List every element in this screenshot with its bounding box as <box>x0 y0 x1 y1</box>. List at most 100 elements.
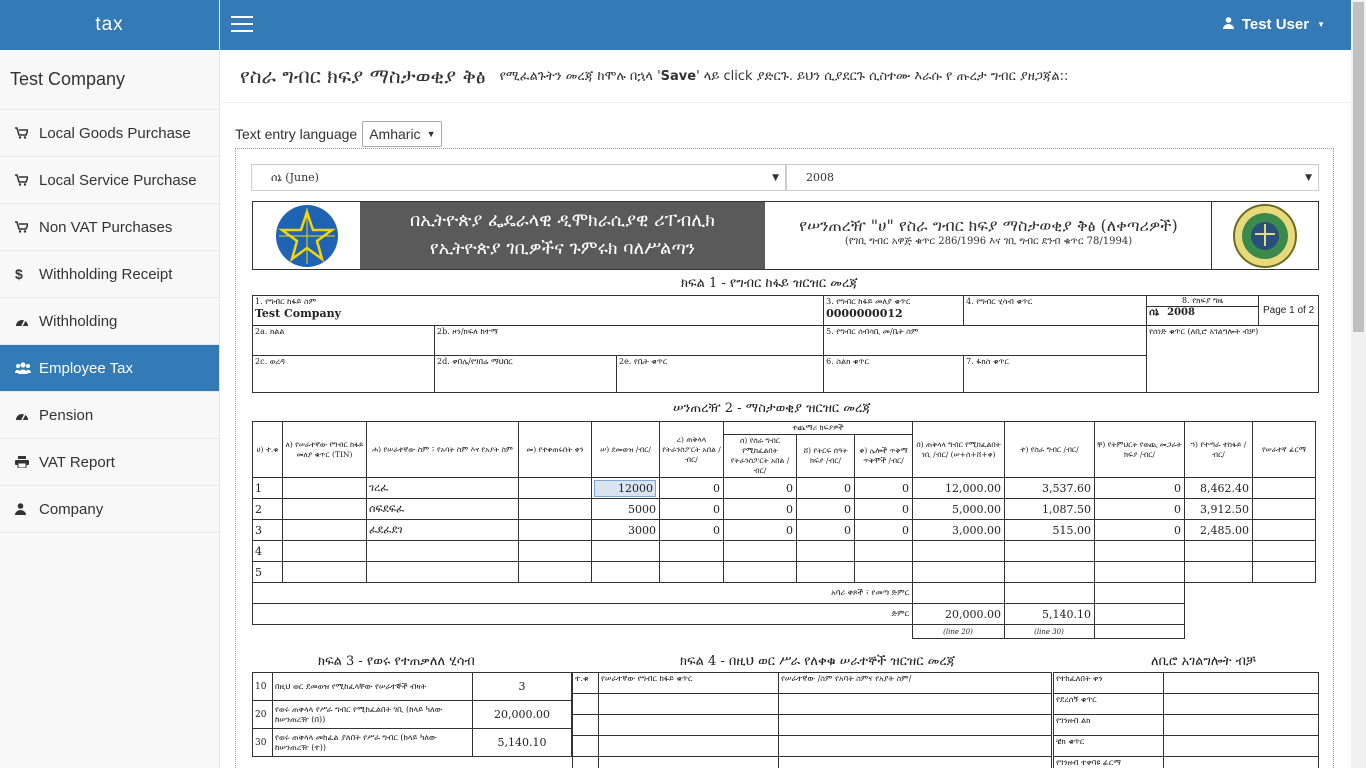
cell-sig[interactable] <box>1252 540 1316 562</box>
cell-name[interactable]: ሰፍደፍፈ <box>366 498 519 520</box>
cell-tin[interactable] <box>282 498 367 520</box>
table-cell[interactable] <box>598 714 779 736</box>
sidebar-item-company[interactable]: Company <box>0 486 219 533</box>
account-number-cell[interactable]: 4. የግብር ሂሳብ ቁጥር <box>963 295 1148 326</box>
sidebar-item-local-service-purchase[interactable]: Local Service Purchase <box>0 157 219 204</box>
table-cell[interactable] <box>598 735 779 757</box>
year-select[interactable]: 2008 ▼ <box>786 164 1319 191</box>
cell-cost-sharing[interactable] <box>1094 561 1185 583</box>
page-scrollbar[interactable] <box>1351 0 1366 768</box>
cell-other[interactable] <box>854 561 913 583</box>
cell-overtime[interactable]: 0 <box>796 498 855 520</box>
table-row: 1 ገረፈ 12000 0 0 0 0 12,000.00 3,537.60 0 8,462.40 <box>252 477 1316 499</box>
cell-other[interactable]: 0 <box>854 498 913 520</box>
sidebar-item-pension[interactable]: Pension <box>0 392 219 439</box>
table-cell[interactable] <box>778 693 1052 715</box>
region-cell[interactable]: 2a. ክልል <box>252 325 435 356</box>
cell-sig[interactable] <box>1252 519 1316 541</box>
cell-name[interactable]: ገረፈ <box>366 477 519 499</box>
cell-date[interactable] <box>518 477 592 499</box>
cell-sig[interactable] <box>1252 561 1316 583</box>
house-number-cell[interactable]: 2e. የቤት ቁጥር <box>617 356 669 392</box>
hint-save-word: Save <box>660 68 697 84</box>
menu-toggle-icon[interactable] <box>231 16 253 34</box>
cell-date[interactable] <box>518 498 592 520</box>
salary-input-focused[interactable]: 12000 <box>594 479 656 497</box>
tax-center-cell[interactable]: 5. የግብር ሰብሳቢ መ/ቤት ስም <box>823 325 1148 356</box>
cell-transport[interactable]: 0 <box>659 519 724 541</box>
table-cell[interactable] <box>572 714 599 736</box>
cell-transport[interactable] <box>659 561 724 583</box>
table-cell[interactable] <box>778 735 1052 757</box>
cell-transport[interactable] <box>659 540 724 562</box>
table-cell[interactable] <box>572 693 599 715</box>
table-cell[interactable] <box>598 756 779 768</box>
zone-cell[interactable]: 2b. ዞን/ክፍለ ከተማ <box>433 325 825 356</box>
sidebar-item-vat-report[interactable]: VAT Report <box>0 439 219 486</box>
cell-name[interactable]: ፈደፈደገ <box>366 519 519 541</box>
cell-date[interactable] <box>518 561 592 583</box>
scrollbar-thumb[interactable] <box>1353 2 1364 332</box>
cell-taxable-income <box>912 540 1005 562</box>
sidebar-item-local-goods-purchase[interactable]: Local Goods Purchase <box>0 110 219 157</box>
cell-salary[interactable] <box>591 561 660 583</box>
cell-other[interactable]: 0 <box>854 519 913 541</box>
cell-other[interactable]: 0 <box>854 477 913 499</box>
cell-cost-sharing[interactable] <box>1094 540 1185 562</box>
table-cell[interactable] <box>598 693 779 715</box>
cell-cost-sharing[interactable]: 0 <box>1094 477 1185 499</box>
cell-transport[interactable]: 0 <box>659 498 724 520</box>
kebele-cell[interactable]: 2d. ቀበሌ/የገበሬ ማህበር <box>435 356 617 392</box>
cell-salary[interactable]: 5000 <box>591 498 660 520</box>
cell-sig[interactable] <box>1252 477 1316 499</box>
cell-taxable-transport[interactable]: 0 <box>723 519 797 541</box>
cell-date[interactable] <box>518 519 592 541</box>
cell-taxable-transport[interactable]: 0 <box>723 498 797 520</box>
cell-name[interactable] <box>366 540 519 562</box>
cell-sig[interactable] <box>1252 498 1316 520</box>
cell-tin[interactable] <box>282 561 367 583</box>
cell-no: 1 <box>252 477 283 499</box>
office-value <box>1163 756 1319 768</box>
cell-cost-sharing[interactable]: 0 <box>1094 519 1185 541</box>
cell-tin[interactable] <box>282 519 367 541</box>
field-label: የሰነድ ቁጥር (ለቢሮ አገልግሎት ብቻ) <box>1149 327 1259 336</box>
table-cell[interactable] <box>572 735 599 757</box>
cell-taxable-transport[interactable]: 0 <box>723 477 797 499</box>
cell-taxable-transport[interactable] <box>723 561 797 583</box>
brand-logo[interactable]: tax <box>0 0 219 50</box>
sidebar-item-withholding[interactable]: Withholding <box>0 298 219 345</box>
month-select[interactable]: ሰኔ (June) ▼ <box>251 164 786 191</box>
tin-cell[interactable]: 3. የግብር ከፋይ መለያ ቁጥር 0000000012 <box>823 295 965 326</box>
field-label: 2c. ወረዳ <box>255 357 285 366</box>
page-total-empty <box>1094 582 1185 604</box>
cell-date[interactable] <box>518 540 592 562</box>
sidebar-item-non-vat-purchases[interactable]: Non VAT Purchases <box>0 204 219 251</box>
cell-transport[interactable]: 0 <box>659 477 724 499</box>
cell-overtime[interactable] <box>796 540 855 562</box>
cell-salary[interactable]: 12000 <box>591 477 660 499</box>
summary-line-number: 10 <box>252 672 273 701</box>
cell-overtime[interactable]: 0 <box>796 519 855 541</box>
cell-cost-sharing[interactable]: 0 <box>1094 498 1185 520</box>
table-cell[interactable] <box>778 756 1052 768</box>
fax-cell[interactable]: 7. ፋክስ ቁጥር <box>963 355 1148 393</box>
phone-cell[interactable]: 6. ስልክ ቁጥር <box>823 355 965 393</box>
cell-other[interactable] <box>854 540 913 562</box>
sidebar-item-employee-tax[interactable]: Employee Tax <box>0 345 219 392</box>
cell-tin[interactable] <box>282 477 367 499</box>
table-cell[interactable] <box>572 756 599 768</box>
sidebar-item-withholding-receipt[interactable]: $ Withholding Receipt <box>0 251 219 298</box>
cell-overtime[interactable]: 0 <box>796 477 855 499</box>
user-menu[interactable]: Test User ▼ <box>1222 16 1325 33</box>
cell-overtime[interactable] <box>796 561 855 583</box>
taxpayer-name-cell[interactable]: 1. የግብር ከፋይ ስም Test Company <box>251 295 825 326</box>
language-select[interactable]: Amharic ▼ <box>362 121 443 147</box>
cell-salary[interactable] <box>591 540 660 562</box>
cell-salary[interactable]: 3000 <box>591 519 660 541</box>
table-cell[interactable] <box>778 714 1052 736</box>
cell-name[interactable] <box>366 561 519 583</box>
cell-taxable-transport[interactable] <box>723 540 797 562</box>
woreda-cell[interactable]: 2c. ወረዳ <box>252 355 435 393</box>
cell-tin[interactable] <box>282 540 367 562</box>
